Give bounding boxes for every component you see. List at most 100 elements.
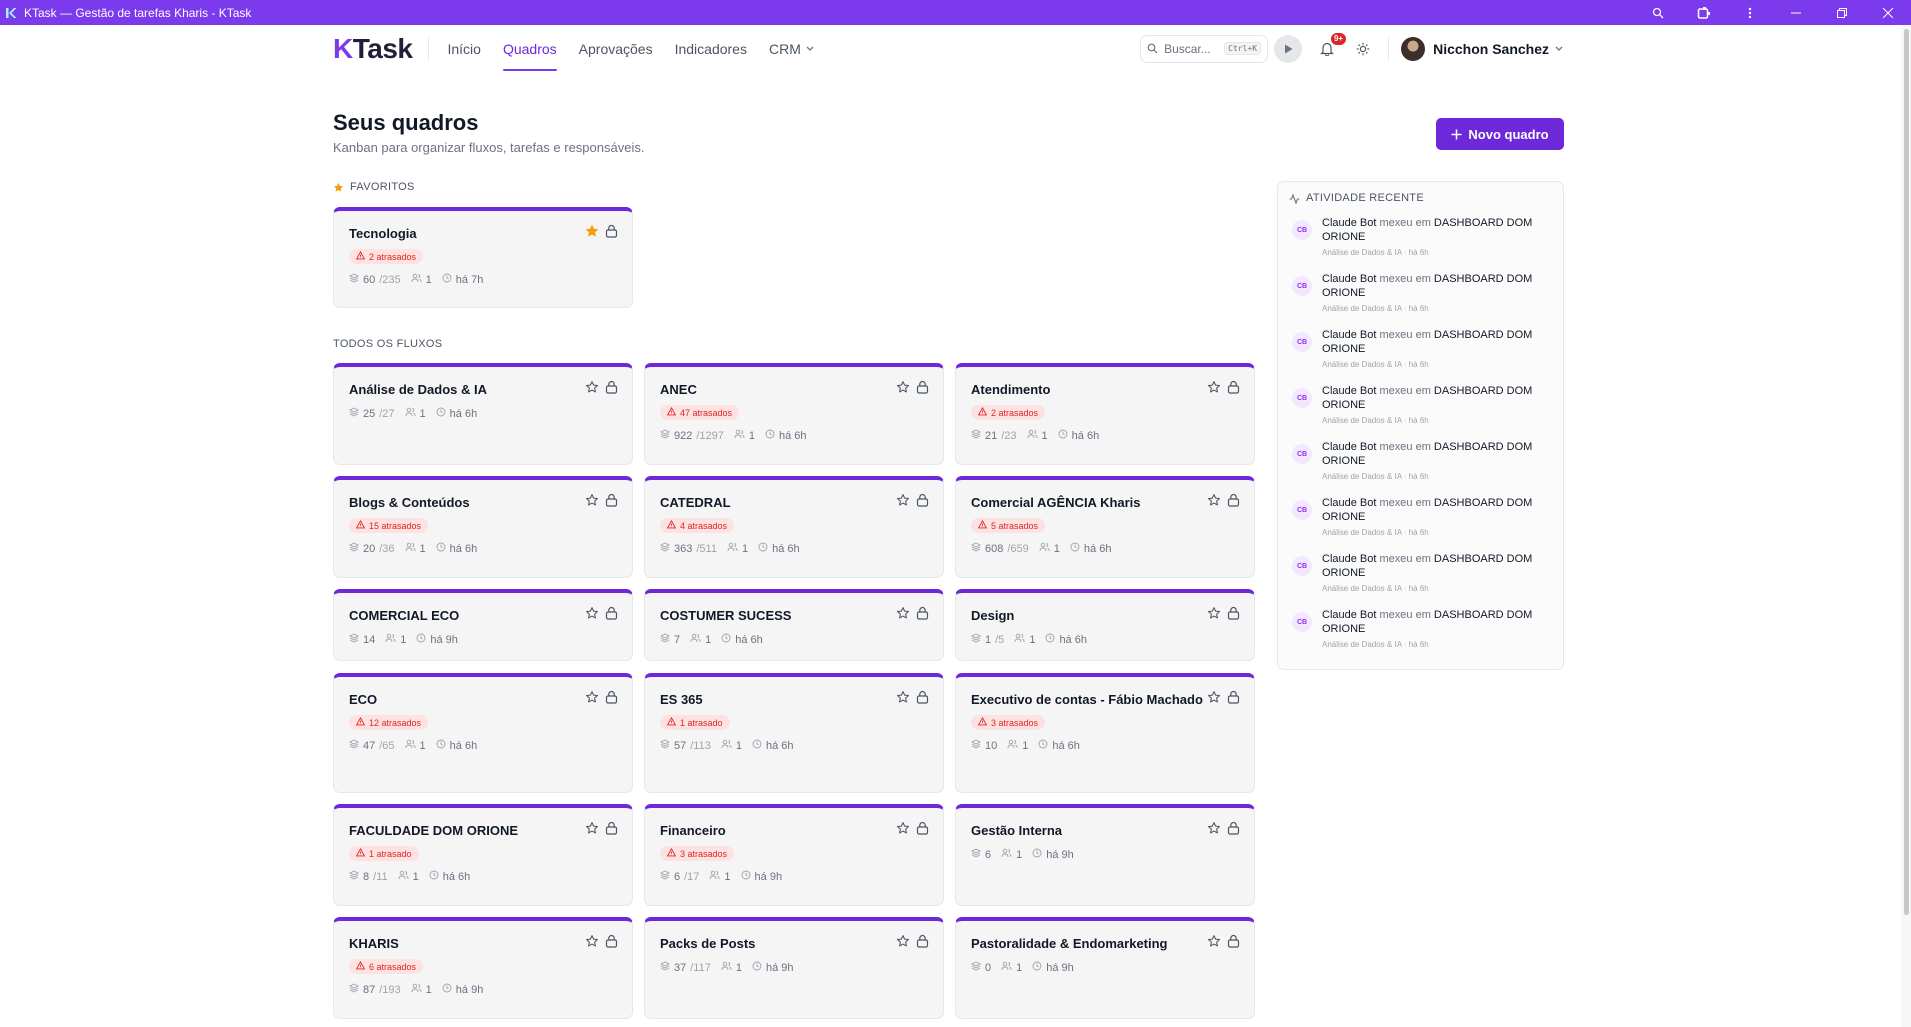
star-icon[interactable] — [896, 606, 910, 625]
board-card[interactable]: Blogs & Conteúdos 15 atrasados 20/36 1 há 6h — [333, 476, 633, 578]
lock-icon[interactable] — [1227, 493, 1240, 512]
board-card[interactable]: ES 365 1 atrasado 57/113 1 há 6h — [644, 673, 944, 793]
user-menu[interactable]: Nicchon Sanchez — [1401, 36, 1563, 61]
star-icon[interactable] — [585, 934, 599, 953]
board-title[interactable]: Financeiro — [660, 820, 896, 840]
board-title[interactable]: Gestão Interna — [971, 820, 1207, 840]
nav-link-crm[interactable]: CRM — [769, 25, 814, 72]
star-icon[interactable] — [585, 493, 599, 512]
lock-icon[interactable] — [605, 606, 618, 625]
board-card[interactable]: Análise de Dados & IA 25/27 1 há 6h — [333, 363, 633, 465]
nav-link-aprovacoes[interactable]: Aprovações — [579, 25, 653, 72]
restore-icon[interactable] — [1819, 0, 1865, 25]
board-card[interactable]: Financeiro 3 atrasados 6/17 1 há 9h — [644, 804, 944, 906]
nav-link-quadros[interactable]: Quadros — [502, 25, 557, 72]
board-title[interactable]: ES 365 — [660, 689, 896, 709]
board-title[interactable]: Análise de Dados & IA — [349, 379, 585, 399]
lock-icon[interactable] — [605, 821, 618, 840]
board-title[interactable]: CATEDRAL — [660, 492, 896, 512]
search-input[interactable]: Buscar... Ctrl+K — [1140, 34, 1269, 63]
star-filled-icon[interactable] — [585, 224, 599, 243]
minimize-icon[interactable] — [1773, 0, 1819, 25]
star-icon[interactable] — [896, 380, 910, 399]
board-title[interactable]: Comercial AGÊNCIA Kharis — [971, 492, 1207, 512]
board-title[interactable]: Packs de Posts — [660, 933, 896, 953]
star-icon[interactable] — [1207, 606, 1221, 625]
nav-link-indicadores[interactable]: Indicadores — [675, 25, 747, 72]
extensions-icon[interactable] — [1681, 0, 1727, 25]
board-title[interactable]: Design — [971, 605, 1207, 625]
scrollbar-thumb[interactable] — [1904, 29, 1909, 915]
star-icon[interactable] — [1207, 690, 1221, 709]
star-icon[interactable] — [585, 380, 599, 399]
page-scrollbar[interactable] — [1901, 25, 1911, 1027]
ktask-logo[interactable]: K Task — [333, 33, 413, 65]
board-card[interactable]: Tecnologia 2 atrasados 60/235 1 há 7h — [333, 207, 633, 308]
nav-link-inicio[interactable]: Início — [447, 25, 480, 72]
play-button[interactable] — [1274, 34, 1303, 63]
board-card[interactable]: Gestão Interna 6 1 há 9h — [955, 804, 1255, 906]
lock-icon[interactable] — [1227, 690, 1240, 709]
board-title[interactable]: Tecnologia — [349, 223, 585, 243]
star-icon[interactable] — [585, 690, 599, 709]
star-icon[interactable] — [1207, 821, 1221, 840]
board-card[interactable]: Executivo de contas - Fábio Machado 3 atr… — [955, 673, 1255, 793]
star-icon[interactable] — [896, 690, 910, 709]
star-icon[interactable] — [1207, 934, 1221, 953]
lock-icon[interactable] — [1227, 821, 1240, 840]
close-icon[interactable] — [1865, 0, 1911, 25]
star-icon[interactable] — [1207, 380, 1221, 399]
activity-item[interactable]: CB Claude Bot mexeu em DASHBOARD DOM ORIO… — [1289, 552, 1552, 596]
activity-item[interactable]: CB Claude Bot mexeu em DASHBOARD DOM ORIO… — [1289, 328, 1552, 372]
lock-icon[interactable] — [916, 380, 929, 399]
theme-toggle[interactable] — [1350, 36, 1376, 62]
board-title[interactable]: Pastoralidade & Endomarketing — [971, 933, 1207, 953]
notifications-button[interactable]: 9+ — [1314, 32, 1347, 62]
activity-item[interactable]: CB Claude Bot mexeu em DASHBOARD DOM ORIO… — [1289, 496, 1552, 540]
board-card[interactable]: FACULDADE DOM ORIONE 1 atrasado 8/11 1 há 6h — [333, 804, 633, 906]
board-card[interactable]: Pastoralidade & Endomarketing 0 1 há 9h — [955, 917, 1255, 1019]
star-icon[interactable] — [896, 934, 910, 953]
board-title[interactable]: ECO — [349, 689, 585, 709]
lock-icon[interactable] — [1227, 380, 1240, 399]
board-title[interactable]: COSTUMER SUCESS — [660, 605, 896, 625]
lock-icon[interactable] — [916, 606, 929, 625]
more-menu-icon[interactable] — [1727, 0, 1773, 25]
board-card[interactable]: COSTUMER SUCESS 7 1 há 6h — [644, 589, 944, 661]
lock-icon[interactable] — [916, 493, 929, 512]
board-title[interactable]: KHARIS — [349, 933, 585, 953]
board-card[interactable]: Atendimento 2 atrasados 21/23 1 há 6h — [955, 363, 1255, 465]
activity-item[interactable]: CB Claude Bot mexeu em DASHBOARD DOM ORIO… — [1289, 608, 1552, 652]
lock-icon[interactable] — [916, 821, 929, 840]
lock-icon[interactable] — [916, 690, 929, 709]
board-card[interactable]: Comercial AGÊNCIA Kharis 5 atrasados 608/6… — [955, 476, 1255, 578]
board-card[interactable]: ECO 12 atrasados 47/65 1 há 6h — [333, 673, 633, 793]
lock-icon[interactable] — [605, 934, 618, 953]
board-title[interactable]: Executivo de contas - Fábio Machado — [971, 689, 1207, 709]
board-card[interactable]: KHARIS 6 atrasados 87/193 1 há 9h — [333, 917, 633, 1019]
board-title[interactable]: Blogs & Conteúdos — [349, 492, 585, 512]
star-icon[interactable] — [896, 821, 910, 840]
star-icon[interactable] — [1207, 493, 1221, 512]
lock-icon[interactable] — [605, 690, 618, 709]
lock-icon[interactable] — [1227, 934, 1240, 953]
board-card[interactable]: ANEC 47 atrasados 922/1297 1 há 6h — [644, 363, 944, 465]
star-icon[interactable] — [585, 821, 599, 840]
lock-icon[interactable] — [605, 493, 618, 512]
lock-icon[interactable] — [1227, 606, 1240, 625]
board-card[interactable]: COMERCIAL ECO 14 1 há 9h — [333, 589, 633, 661]
board-card[interactable]: Packs de Posts 37/117 1 há 9h — [644, 917, 944, 1019]
board-title[interactable]: ANEC — [660, 379, 896, 399]
star-icon[interactable] — [896, 493, 910, 512]
zoom-icon[interactable] — [1635, 0, 1681, 25]
new-board-button[interactable]: Novo quadro — [1436, 118, 1564, 150]
board-card[interactable]: CATEDRAL 4 atrasados 363/511 1 há 6h — [644, 476, 944, 578]
activity-item[interactable]: CB Claude Bot mexeu em DASHBOARD DOM ORIO… — [1289, 440, 1552, 484]
lock-icon[interactable] — [605, 380, 618, 399]
board-title[interactable]: FACULDADE DOM ORIONE — [349, 820, 585, 840]
board-card[interactable]: Design 1/5 1 há 6h — [955, 589, 1255, 661]
lock-icon[interactable] — [605, 224, 618, 243]
activity-item[interactable]: CB Claude Bot mexeu em DASHBOARD DOM ORIO… — [1289, 384, 1552, 428]
activity-item[interactable]: CB Claude Bot mexeu em DASHBOARD DOM ORIO… — [1289, 216, 1552, 260]
lock-icon[interactable] — [916, 934, 929, 953]
